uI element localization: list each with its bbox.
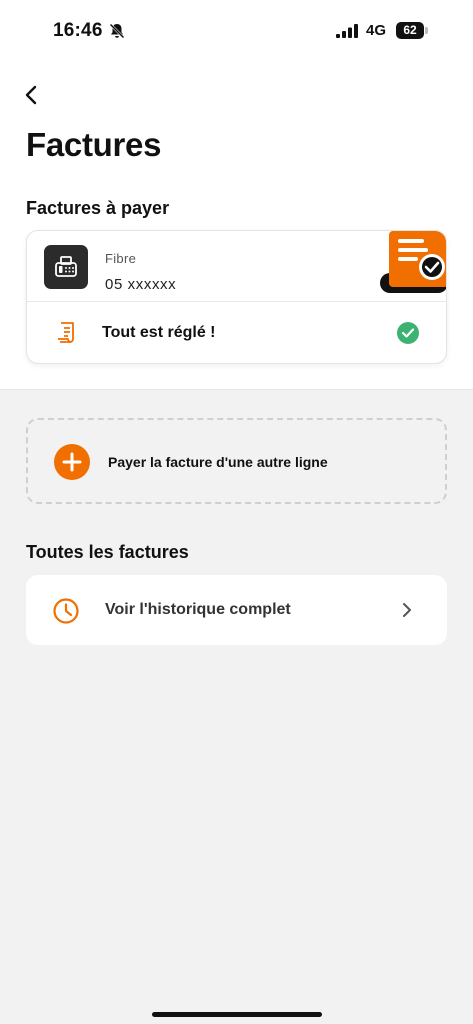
all-bills-title: Toutes les factures: [26, 542, 189, 562]
bill-card[interactable]: Fibre 05 xxxxxx Tout est réglé !: [26, 230, 447, 364]
signal-icon: [336, 24, 358, 38]
status-bar: 16:46 4G 62: [0, 0, 473, 64]
line-type: Fibre: [105, 251, 137, 266]
card-divider: [27, 301, 446, 302]
clock-icon: [53, 598, 79, 624]
bell-off-icon: [109, 23, 125, 39]
battery-indicator: 62: [396, 22, 424, 39]
plus-circle-icon: [54, 444, 90, 480]
home-indicator[interactable]: [152, 1012, 322, 1017]
battery-nub: [425, 27, 428, 34]
bill-illustration: [380, 231, 446, 293]
chevron-right-icon: [403, 603, 411, 617]
status-time: 16:46: [53, 20, 103, 41]
payment-status: Tout est réglé !: [102, 324, 216, 341]
top-area: 16:46 4G 62 Factures Factures à payer Fi…: [0, 0, 473, 390]
network-type: 4G: [366, 22, 387, 39]
bills-to-pay-title: Factures à payer: [26, 198, 170, 218]
check-circle-icon: [397, 322, 419, 344]
history-label: Voir l'historique complet: [105, 601, 291, 618]
line-number: 05 xxxxxx: [105, 276, 177, 293]
receipt-icon: [58, 322, 74, 343]
chevron-left-icon: [25, 85, 37, 105]
pay-other-line-label: Payer la facture d'une autre ligne: [108, 454, 328, 470]
back-button[interactable]: [18, 80, 48, 110]
fax-icon: [44, 245, 88, 289]
history-button[interactable]: Voir l'historique complet: [26, 575, 447, 645]
pay-other-line-button[interactable]: Payer la facture d'une autre ligne: [26, 418, 447, 504]
page-title: Factures: [26, 126, 162, 163]
